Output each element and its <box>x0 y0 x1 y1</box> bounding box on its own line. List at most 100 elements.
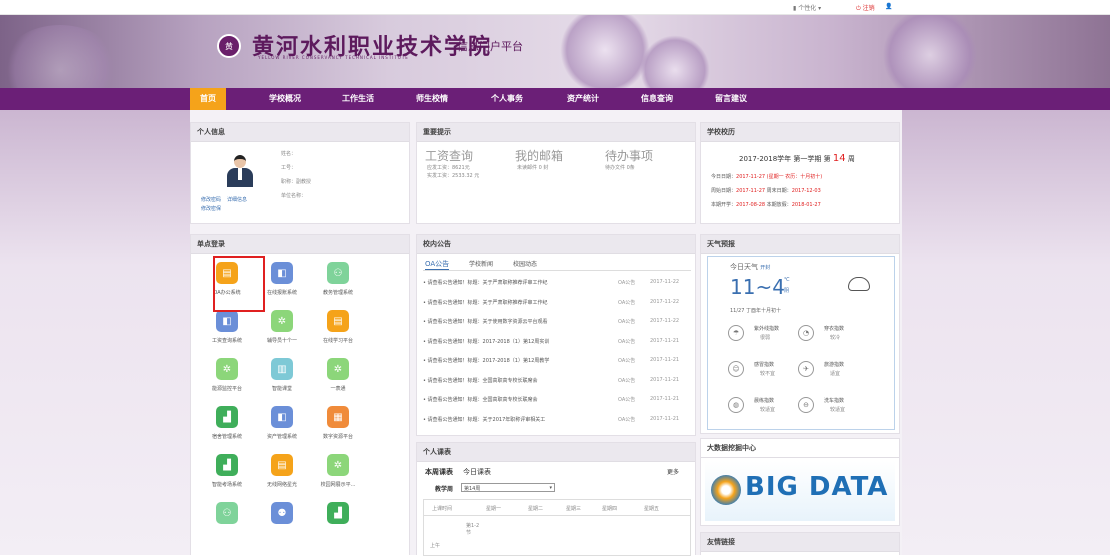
nav-home[interactable]: 首页 <box>190 88 226 110</box>
mail-unread: 未读邮件 0 封 <box>517 165 549 171</box>
news-item-title[interactable]: • 请查看公告通知！标题：全国高职高专校长联席会 <box>423 396 613 403</box>
tab-today-schedule[interactable]: 今日课表 <box>463 467 491 477</box>
app-label-7[interactable]: 智能课堂 <box>254 385 310 392</box>
app-label-9[interactable]: 宿舍管理系统 <box>199 433 255 440</box>
weather-index-name: 紫外线指数 <box>754 326 780 332</box>
app-icon-2[interactable]: ⚇ <box>327 262 349 284</box>
tab-oa[interactable]: OA公告 <box>425 259 450 270</box>
links-panel: 友情链接 <box>700 532 900 555</box>
todo[interactable]: 待办事项 <box>605 147 653 164</box>
news-item-title[interactable]: • 请查看公告通知！标题：全国高职高专校长联席会 <box>423 377 613 384</box>
schedule-panel: 个人课表 本周课表 今日课表 更多 教学周 第14周 ▾ 上课时间 星期一 星期二 星期… <box>416 442 696 556</box>
news-item-date: 2017-11-21 <box>650 396 680 402</box>
globe-icon <box>711 475 741 505</box>
app-icon-13[interactable]: ▤ <box>271 454 293 476</box>
notice-title: 重要提示 <box>417 123 695 142</box>
header-banner: 黄 黄河水利职业技术学院 信息门户平台 YELLOW RIVER CONSERV… <box>0 15 1110 88</box>
change-security-link[interactable]: 修改密保 <box>201 205 221 212</box>
app-icon-5[interactable]: ▤ <box>327 310 349 332</box>
news-item-source: OA公告 <box>618 280 636 286</box>
app-label-10[interactable]: 资产管理系统 <box>254 433 310 440</box>
links-title: 友情链接 <box>701 533 899 552</box>
app-label-5[interactable]: 在线学习平台 <box>310 337 366 344</box>
schedule-col-header: 星期五 <box>644 506 660 512</box>
app-label-13[interactable]: 无线网络星光 <box>254 481 310 488</box>
tab-week-schedule[interactable]: 本周课表 <box>425 467 453 477</box>
app-icon-1[interactable]: ◧ <box>271 262 293 284</box>
weather-index-value: 较冷 <box>830 335 841 341</box>
news-item-title[interactable]: • 请查看公告通知！标题：关于使用数字资源云平台观看 <box>423 318 613 325</box>
news-item-title[interactable]: • 请查看公告通知！标题：关于2017年职称评审相关工 <box>423 416 613 423</box>
sso-title: 单点登录 <box>191 235 409 254</box>
app-icon-3[interactable]: ◧ <box>216 310 238 332</box>
logout-link[interactable]: ⏻ 注销 <box>856 3 875 13</box>
nav-personal-affairs[interactable]: 个人事务 <box>480 88 534 110</box>
app-icon-16[interactable]: ⚉ <box>271 502 293 524</box>
app-icon-17[interactable]: ▟ <box>327 502 349 524</box>
nav-info-query[interactable]: 信息查询 <box>630 88 684 110</box>
app-icon-8[interactable]: ✲ <box>327 358 349 380</box>
tab-campus[interactable]: 校园动态 <box>513 259 537 268</box>
weather-index-name: 旅游指数 <box>824 362 845 368</box>
nav-school-overview[interactable]: 学校概况 <box>258 88 312 110</box>
schedule-more-link[interactable]: 更多 <box>667 467 679 476</box>
today-date: 今日日期：2017-11-27 (星期一 农历：十月初十) <box>711 174 823 180</box>
app-label-11[interactable]: 数字资源平台 <box>310 433 366 440</box>
app-label-12[interactable]: 智能考场系统 <box>199 481 255 488</box>
cloud-icon <box>848 277 870 291</box>
news-item-source: OA公告 <box>618 358 636 364</box>
week-select[interactable]: 第14周 ▾ <box>461 483 555 492</box>
weather-box: 今日天气 开封 11~4 ℃ 阴 11/27 丁酉年十月初十 ☂ 紫外线指数 很弱 ◔… <box>707 256 895 430</box>
app-icon-10[interactable]: ◧ <box>271 406 293 428</box>
weather-index-icon: ◔ <box>798 325 814 341</box>
app-label-3[interactable]: 工资查询系统 <box>199 337 255 344</box>
term-info: 2017-2018学年 第一学期 第 14 周 <box>739 153 855 164</box>
weather-index-value: 较不宜 <box>760 371 776 377</box>
change-password-link[interactable]: 修改密码 <box>201 196 221 203</box>
weather-panel: 天气预报 今日天气 开封 11~4 ℃ 阴 11/27 丁酉年十月初十 ☂ 紫外线… <box>700 234 900 434</box>
weather-cond: 阴 <box>784 288 790 294</box>
period-label: 第1-2节 <box>466 523 480 536</box>
weather-index-name: 晨练指数 <box>754 398 775 404</box>
weather-index-value: 较适宜 <box>830 407 846 413</box>
english-name: YELLOW RIVER CONSERVANCY TECHNICAL INSTI… <box>258 55 409 60</box>
app-icon-11[interactable]: ▦ <box>327 406 349 428</box>
school-logo[interactable]: 黄 <box>217 34 241 58</box>
news-item-title[interactable]: • 请查看公告通知！标题：关于严肃职称推荐评审工作纪 <box>423 279 613 286</box>
nav-work-life[interactable]: 工作生活 <box>331 88 385 110</box>
nav-feedback[interactable]: 留言建议 <box>704 88 758 110</box>
app-label-14[interactable]: 校园网展示平... <box>310 481 366 488</box>
temperature: 11~4 <box>730 275 785 299</box>
salary-query[interactable]: 工资查询 <box>425 147 473 164</box>
app-icon-6[interactable]: ✲ <box>216 358 238 380</box>
mailbox[interactable]: 我的邮箱 <box>515 147 563 164</box>
app-icon-12[interactable]: ▟ <box>216 454 238 476</box>
details-link[interactable]: 详细信息 <box>227 196 247 203</box>
app-label-8[interactable]: 一表通 <box>310 385 366 392</box>
app-label-6[interactable]: 能源监控平台 <box>199 385 255 392</box>
weather-index-name: 感冒指数 <box>754 362 775 368</box>
app-icon-15[interactable]: ⚇ <box>216 502 238 524</box>
news-item-title[interactable]: • 请查看公告通知！标题：2017-2018（1）第12周教学 <box>423 357 613 364</box>
user-icon[interactable]: 👤 <box>885 3 892 10</box>
nav-asset-stats[interactable]: 资产统计 <box>556 88 610 110</box>
profile-unit: 单位名称： <box>281 193 307 199</box>
app-label-4[interactable]: 辅导员十个一 <box>254 337 310 344</box>
nav-campus-info[interactable]: 师生校情 <box>405 88 459 110</box>
calendar-panel: 学校校历 2017-2018学年 第一学期 第 14 周 今日日期：2017-1… <box>700 122 900 224</box>
app-icon-14[interactable]: ✲ <box>327 454 349 476</box>
app-icon-9[interactable]: ▟ <box>216 406 238 428</box>
tab-school-news[interactable]: 学校新闻 <box>469 259 493 268</box>
app-icon-7[interactable]: ▥ <box>271 358 293 380</box>
news-item-source: OA公告 <box>618 397 636 403</box>
city-link[interactable]: 开封 <box>760 265 770 271</box>
profile-title: 个人信息 <box>191 123 409 142</box>
am-label: 上午 <box>430 543 441 549</box>
bigdata-banner[interactable]: BIG DATA <box>705 461 895 521</box>
news-panel: 校内公告 OA公告 学校新闻 校园动态 • 请查看公告通知！标题：关于严肃职称推… <box>416 234 696 436</box>
news-item-title[interactable]: • 请查看公告通知！标题：2017-2018（1）第12周实训 <box>423 338 613 345</box>
personalize-menu[interactable]: ▮ 个性化 ▾ <box>793 3 821 12</box>
news-item-title[interactable]: • 请查看公告通知！标题：关于严肃职称推荐评审工作纪 <box>423 299 613 306</box>
app-icon-4[interactable]: ✲ <box>271 310 293 332</box>
app-label-2[interactable]: 教务管理系统 <box>310 289 366 296</box>
